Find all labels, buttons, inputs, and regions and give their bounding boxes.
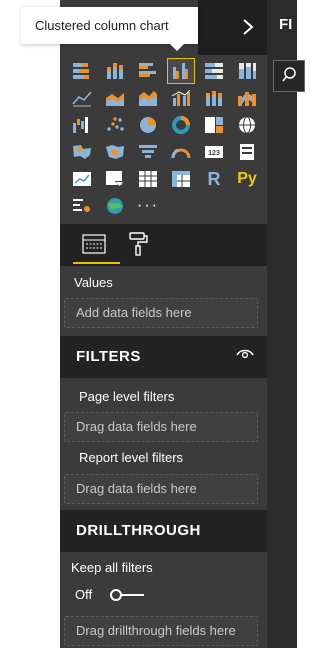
tooltip: Clustered column chart xyxy=(21,7,198,44)
more-visuals-icon[interactable]: ··· xyxy=(134,193,162,219)
map-icon[interactable] xyxy=(233,112,261,138)
active-tab-indicator xyxy=(73,262,120,264)
table-icon[interactable] xyxy=(134,166,162,192)
shape-map-icon[interactable] xyxy=(101,139,129,165)
ribbon-chart-icon[interactable] xyxy=(233,85,261,111)
slicer-icon[interactable] xyxy=(101,166,129,192)
filled-map-icon[interactable] xyxy=(68,139,96,165)
treemap-icon[interactable] xyxy=(200,112,228,138)
paint-roller-icon[interactable] xyxy=(128,232,148,256)
clustered-column-icon[interactable] xyxy=(167,58,195,84)
drillthrough-drop-well[interactable]: Drag drillthrough fields here xyxy=(64,616,258,646)
fields-pane-strip xyxy=(267,0,297,648)
chevron-right-icon[interactable] xyxy=(240,17,256,37)
values-drop-well[interactable]: Add data fields here xyxy=(64,298,258,328)
search-icon xyxy=(282,67,296,82)
scatter-icon[interactable] xyxy=(101,112,129,138)
page-level-filters-label: Page level filters xyxy=(79,389,175,404)
visualization-gallery: 123 R Py ··· xyxy=(68,58,263,220)
search-input[interactable] xyxy=(273,60,305,92)
arcgis-map-icon[interactable] xyxy=(101,193,129,219)
funnel-icon[interactable] xyxy=(134,139,162,165)
multi-row-card-icon[interactable] xyxy=(233,139,261,165)
100-stacked-column-icon[interactable] xyxy=(233,58,261,84)
python-visual-icon[interactable]: Py xyxy=(233,166,261,192)
stacked-column-icon[interactable] xyxy=(101,58,129,84)
area-chart-icon[interactable] xyxy=(101,85,129,111)
key-influencers-icon[interactable] xyxy=(68,193,96,219)
waterfall-icon[interactable] xyxy=(68,112,96,138)
100-stacked-bar-icon[interactable] xyxy=(200,58,228,84)
pie-icon[interactable] xyxy=(134,112,162,138)
keep-all-filters-toggle[interactable] xyxy=(109,588,145,602)
stacked-area-icon[interactable] xyxy=(134,85,162,111)
svg-text:123: 123 xyxy=(208,150,220,157)
pane-header xyxy=(198,0,267,55)
line-clustered-column-icon[interactable] xyxy=(167,85,195,111)
stacked-bar-icon[interactable] xyxy=(68,58,96,84)
eye-icon[interactable] xyxy=(236,347,254,361)
fields-pane-title: FI xyxy=(279,16,293,33)
matrix-icon[interactable] xyxy=(167,166,195,192)
kpi-icon[interactable] xyxy=(68,166,96,192)
filters-title: FILTERS xyxy=(76,348,141,365)
tooltip-pointer xyxy=(170,44,184,51)
donut-icon[interactable] xyxy=(167,112,195,138)
line-chart-icon[interactable] xyxy=(68,85,96,111)
report-level-filters-label: Report level filters xyxy=(79,450,184,465)
values-label: Values xyxy=(74,275,113,290)
drillthrough-title: DRILLTHROUGH xyxy=(76,522,201,539)
r-visual-icon[interactable]: R xyxy=(200,166,228,192)
report-level-filters-well[interactable]: Drag data fields here xyxy=(64,474,258,504)
keep-all-filters-label: Keep all filters xyxy=(71,560,153,575)
gauge-icon[interactable] xyxy=(167,139,195,165)
line-stacked-column-icon[interactable] xyxy=(200,85,228,111)
fields-tab-icon[interactable] xyxy=(82,234,106,254)
toggle-state-label: Off xyxy=(75,587,93,602)
clustered-bar-icon[interactable] xyxy=(134,58,162,84)
card-icon[interactable]: 123 xyxy=(200,139,228,165)
page-level-filters-well[interactable]: Drag data fields here xyxy=(64,412,258,442)
